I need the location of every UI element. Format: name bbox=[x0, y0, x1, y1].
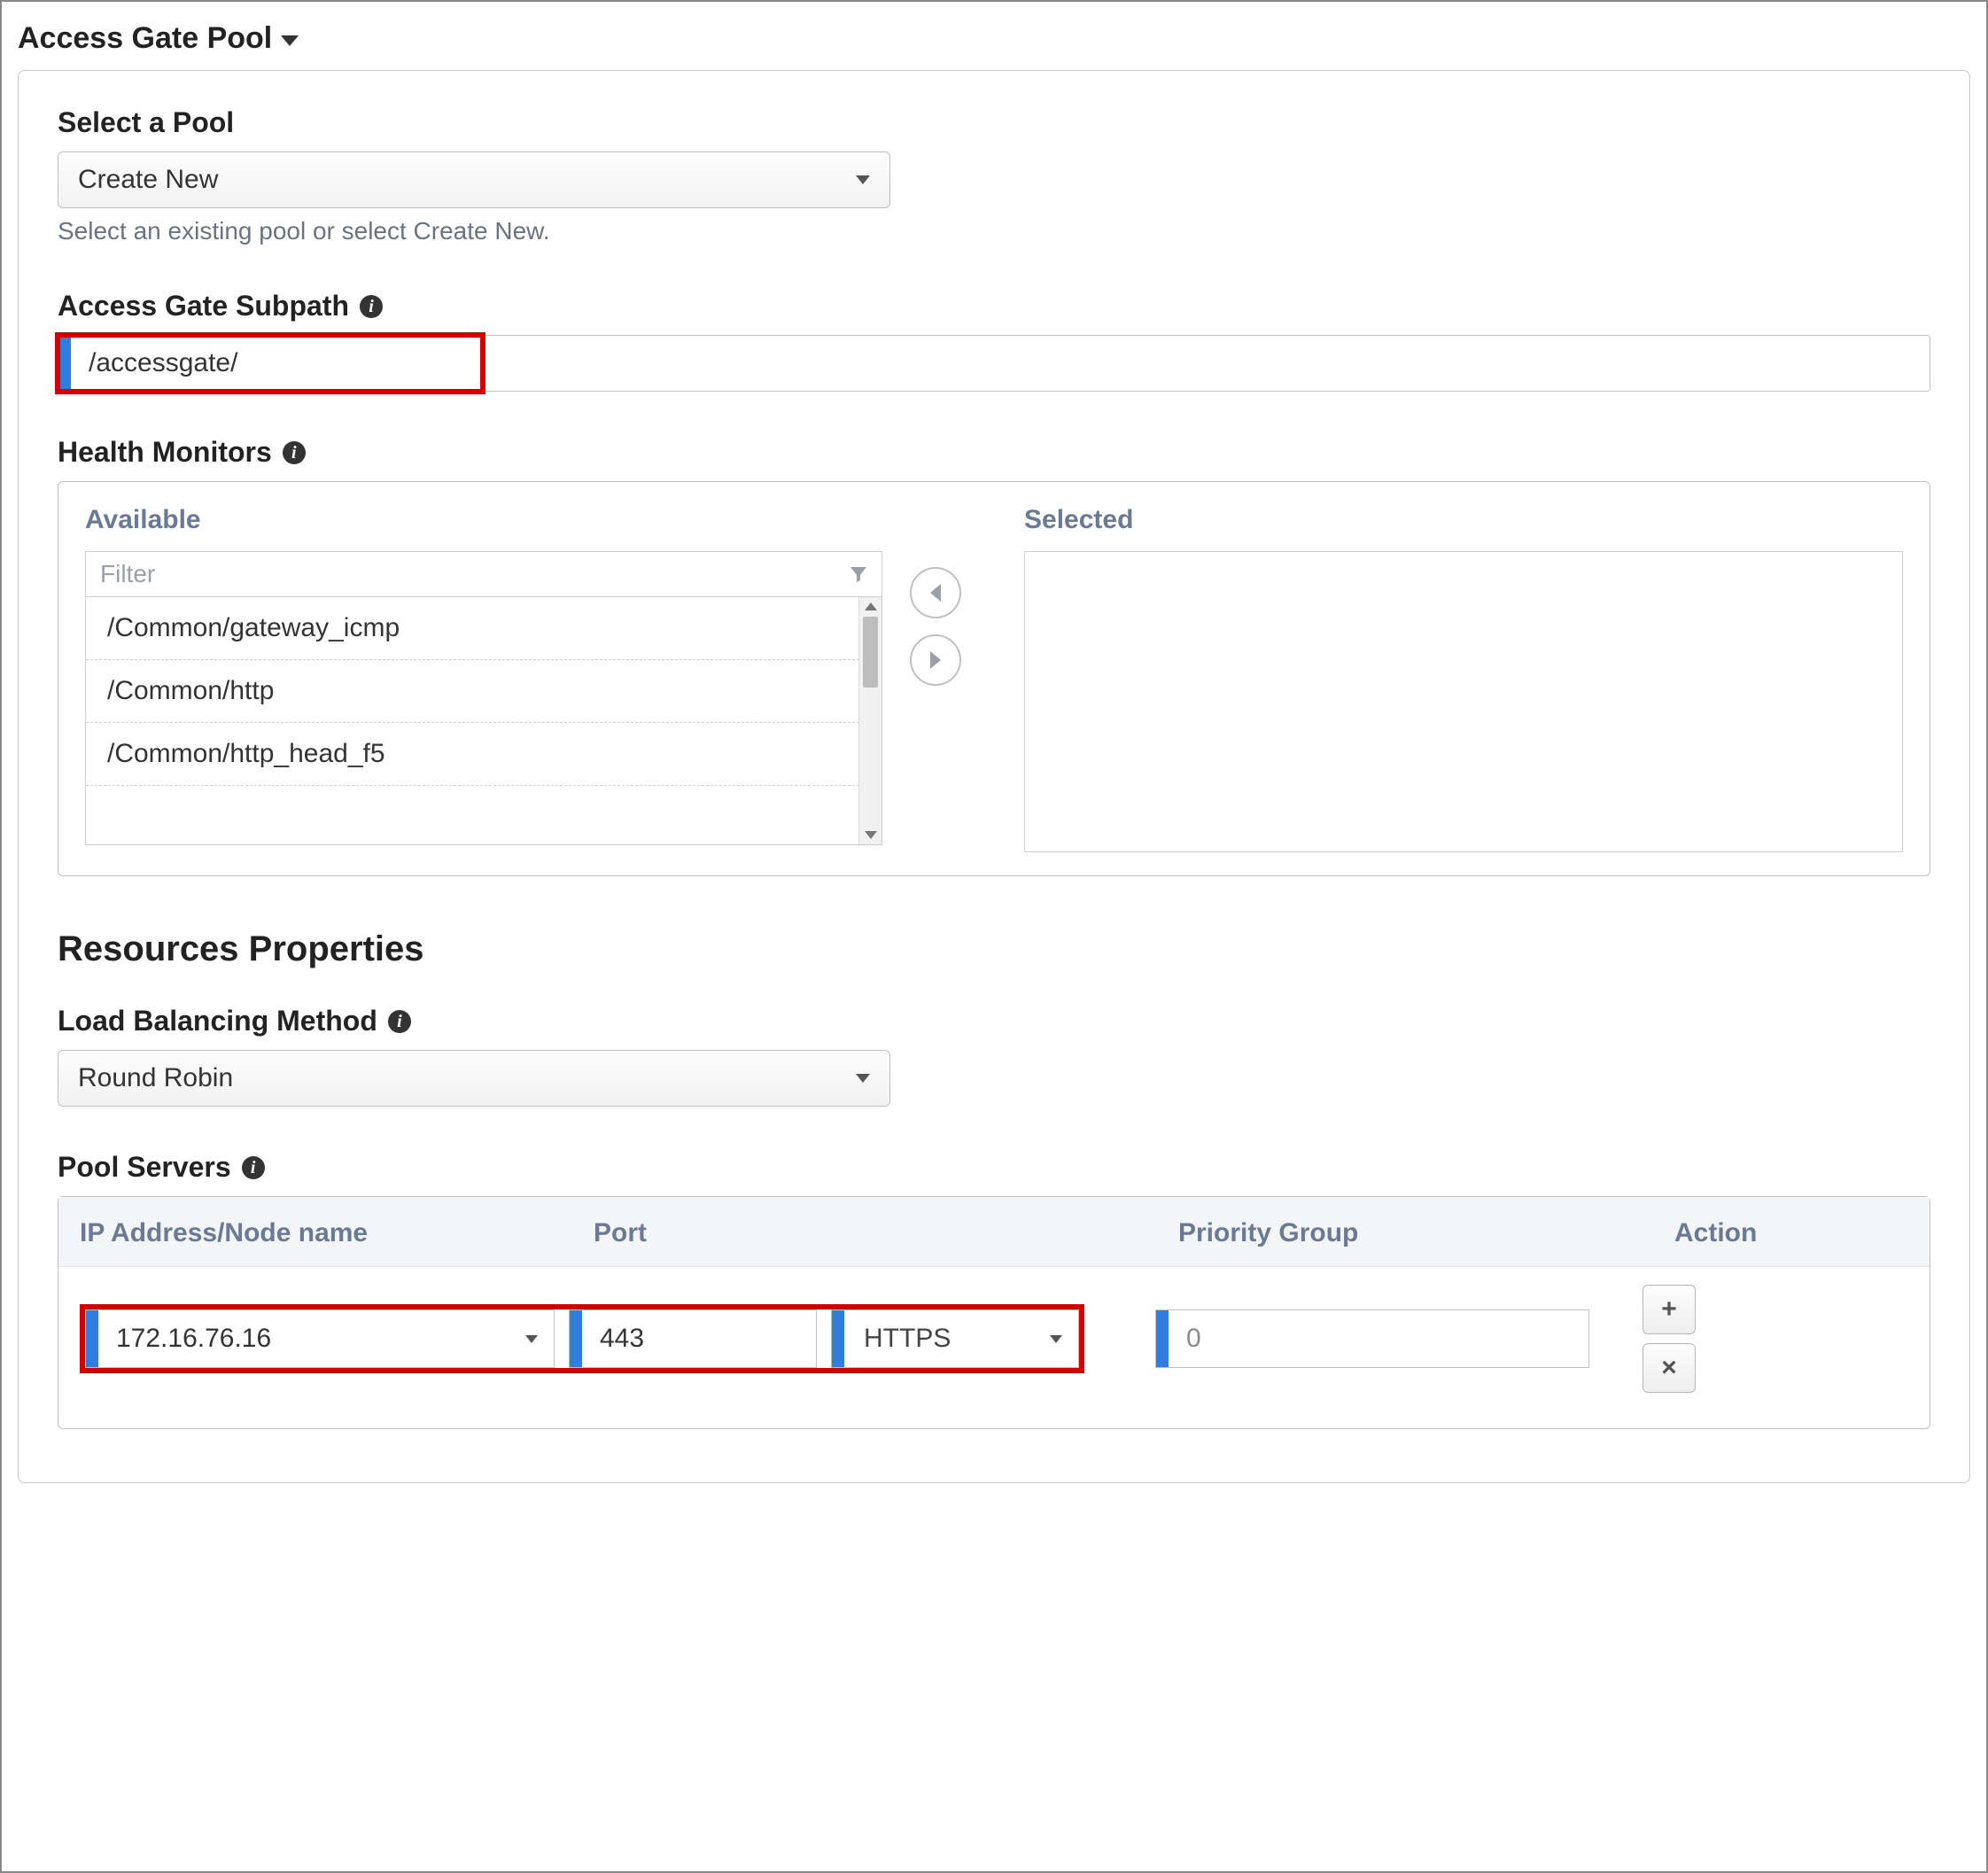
subpath-input-wrap bbox=[58, 335, 1930, 392]
move-right-button[interactable] bbox=[910, 634, 961, 686]
available-list: /Common/gateway_icmp /Common/http /Commo… bbox=[85, 597, 882, 845]
list-item[interactable]: /Common/http_head_f5 bbox=[86, 723, 881, 786]
section-header[interactable]: Access Gate Pool bbox=[18, 21, 1970, 56]
lb-method-value: Round Robin bbox=[78, 1063, 233, 1093]
move-left-button[interactable] bbox=[910, 567, 961, 618]
label-text: Pool Servers bbox=[58, 1151, 231, 1184]
selected-column: Selected bbox=[1024, 505, 1903, 852]
port-cell bbox=[569, 1310, 817, 1368]
scroll-down-icon bbox=[865, 831, 877, 839]
list-item[interactable]: /Common/http bbox=[86, 660, 881, 723]
info-icon[interactable]: i bbox=[360, 295, 383, 318]
label-text: Load Balancing Method bbox=[58, 1005, 377, 1038]
action-buttons: + × bbox=[1642, 1285, 1696, 1393]
available-title: Available bbox=[85, 505, 882, 535]
port-input[interactable] bbox=[582, 1310, 817, 1367]
th-action: Action bbox=[1674, 1218, 1908, 1248]
move-buttons bbox=[882, 567, 989, 686]
triangle-right-icon bbox=[930, 651, 941, 669]
ip-input[interactable] bbox=[98, 1310, 525, 1367]
section-title: Access Gate Pool bbox=[18, 21, 272, 56]
remove-row-button[interactable]: × bbox=[1642, 1343, 1696, 1393]
th-ip: IP Address/Node name bbox=[80, 1218, 594, 1248]
protocol-cell[interactable]: HTTPS bbox=[831, 1310, 1079, 1368]
lb-method-label: Load Balancing Method i bbox=[58, 1005, 1930, 1038]
list-item[interactable]: /Common/gateway_icmp bbox=[86, 597, 881, 660]
config-panel: Access Gate Pool Select a Pool Create Ne… bbox=[0, 0, 1988, 1873]
chevron-down-icon bbox=[856, 1074, 870, 1083]
select-pool-value: Create New bbox=[78, 165, 218, 195]
th-priority: Priority Group bbox=[1178, 1218, 1674, 1248]
label-text: Access Gate Subpath bbox=[58, 290, 349, 323]
info-icon[interactable]: i bbox=[388, 1010, 411, 1033]
priority-cell bbox=[1155, 1310, 1589, 1368]
scroll-up-icon bbox=[865, 602, 877, 610]
select-pool-dropdown[interactable]: Create New bbox=[58, 152, 890, 208]
protocol-value: HTTPS bbox=[844, 1310, 1050, 1367]
panel-body: Select a Pool Create New Select an exist… bbox=[18, 70, 1970, 1483]
scrollbar[interactable] bbox=[858, 597, 881, 844]
label-text: Health Monitors bbox=[58, 436, 272, 469]
select-pool-label: Select a Pool bbox=[58, 106, 1930, 139]
filter-row bbox=[85, 551, 882, 597]
pool-servers-table: IP Address/Node name Port Priority Group… bbox=[58, 1196, 1930, 1429]
resources-heading: Resources Properties bbox=[58, 929, 1930, 969]
required-bar bbox=[58, 336, 71, 391]
info-icon[interactable]: i bbox=[242, 1156, 265, 1179]
required-bar bbox=[832, 1310, 844, 1367]
caret-down-icon bbox=[281, 35, 299, 46]
required-bar bbox=[86, 1310, 98, 1367]
filter-input[interactable] bbox=[98, 559, 848, 589]
lb-method-dropdown[interactable]: Round Robin bbox=[58, 1050, 890, 1107]
health-monitors-label: Health Monitors i bbox=[58, 436, 1930, 469]
required-bar bbox=[1156, 1310, 1169, 1367]
selected-title: Selected bbox=[1024, 505, 1903, 535]
available-column: Available /Common/gateway_icmp /Common/h… bbox=[85, 505, 882, 845]
ip-cell bbox=[85, 1310, 555, 1368]
scroll-thumb[interactable] bbox=[863, 617, 878, 688]
table-row: HTTPS + × bbox=[58, 1267, 1930, 1428]
chevron-down-icon bbox=[856, 175, 870, 184]
health-monitors-duallist: Available /Common/gateway_icmp /Common/h… bbox=[58, 481, 1930, 876]
subpath-label: Access Gate Subpath i bbox=[58, 290, 1930, 323]
highlight-group: HTTPS bbox=[80, 1304, 1084, 1373]
add-row-button[interactable]: + bbox=[1642, 1285, 1696, 1334]
required-bar bbox=[570, 1310, 582, 1367]
th-port: Port bbox=[594, 1218, 1178, 1248]
triangle-left-icon bbox=[930, 584, 941, 602]
chevron-down-icon[interactable] bbox=[525, 1335, 538, 1343]
priority-input[interactable] bbox=[1169, 1310, 1588, 1367]
label-text: Select a Pool bbox=[58, 106, 234, 139]
chevron-down-icon bbox=[1050, 1335, 1062, 1343]
subpath-input[interactable] bbox=[71, 336, 1930, 391]
selected-list[interactable] bbox=[1024, 551, 1903, 852]
filter-icon[interactable] bbox=[848, 563, 869, 585]
table-header-row: IP Address/Node name Port Priority Group… bbox=[58, 1197, 1930, 1267]
info-icon[interactable]: i bbox=[283, 441, 306, 464]
select-pool-helper: Select an existing pool or select Create… bbox=[58, 217, 1930, 245]
pool-servers-label: Pool Servers i bbox=[58, 1151, 1930, 1184]
